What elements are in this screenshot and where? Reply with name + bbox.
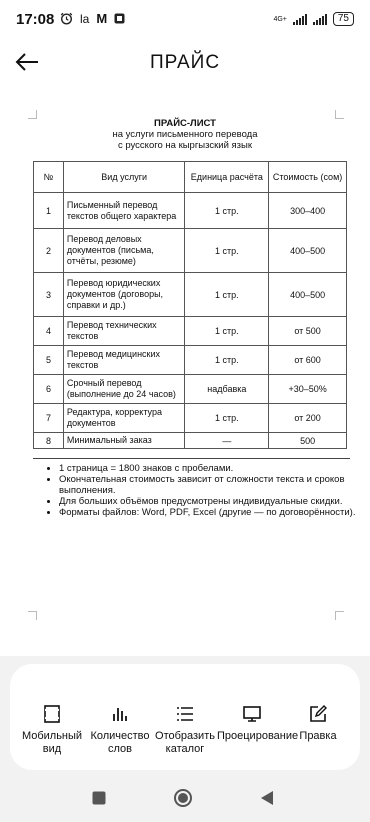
projection-icon <box>243 706 261 722</box>
home-icon[interactable] <box>173 788 193 808</box>
page-corner-mark <box>28 611 37 620</box>
status-left-icons: la M <box>60 11 125 26</box>
word-count-label: Количество слов <box>90 730 150 755</box>
row-num: 1 <box>33 192 64 229</box>
row-cost: от 200 <box>268 403 347 433</box>
document-heading: ПРАЙС-ЛИСТ на услуги письменного перевод… <box>0 118 370 151</box>
row-unit: надбавка <box>184 374 270 404</box>
row-cost: 500 <box>268 432 347 449</box>
row-cost: 400–500 <box>268 272 347 317</box>
row-service: Редактура, корректура документов <box>62 403 186 433</box>
table-row: 4 Перевод технических текстов 1 стр. от … <box>33 316 347 346</box>
page-title: ПРАЙС <box>149 52 221 73</box>
system-nav-bar <box>0 776 370 822</box>
status-right: 4G+ 75 <box>273 12 354 26</box>
word-count-icon <box>113 708 127 721</box>
notification-icon <box>114 13 125 24</box>
row-num: 8 <box>33 432 64 449</box>
row-service: Минимальный заказ <box>62 432 186 449</box>
mobile-view-button[interactable]: Мобильный вид <box>17 704 87 756</box>
row-cost: 400–500 <box>268 228 347 273</box>
row-cost: от 600 <box>268 345 347 375</box>
mobile-view-icon <box>44 705 60 723</box>
row-unit: 1 стр. <box>184 345 270 375</box>
word-count-button[interactable]: Количество слов <box>85 704 155 756</box>
edit-icon <box>310 705 327 722</box>
battery-icon: 75 <box>332 12 354 26</box>
mobile-view-label: Мобильный вид <box>21 730 83 755</box>
row-unit: 1 стр. <box>184 403 270 433</box>
row-num: 6 <box>33 374 64 404</box>
note-item: Окончательная стоимость зависит от сложн… <box>59 474 359 496</box>
document-subtitle-1: на услуги письменного перевода <box>112 129 258 140</box>
signal-icon <box>292 13 307 25</box>
row-unit: — <box>184 432 270 449</box>
document-page[interactable]: ПРАЙС-ЛИСТ на услуги письменного перевод… <box>0 88 370 656</box>
alarm-icon <box>60 12 73 25</box>
table-row: 2 Перевод деловых документов (письма, от… <box>33 228 347 273</box>
row-unit: 1 стр. <box>184 228 270 273</box>
document-title: ПРАЙС-ЛИСТ <box>154 118 216 129</box>
row-service: Перевод медицинских текстов <box>62 345 186 375</box>
gmail-icon: M <box>96 11 108 26</box>
table-row: 5 Перевод медицинских текстов 1 стр. от … <box>33 345 347 375</box>
column-header-num: № <box>33 161 64 193</box>
signal-icon-2 <box>312 13 327 25</box>
note-item: Для больших объёмов предусмотрены индиви… <box>59 496 359 507</box>
row-service: Письменный перевод текстов общего характ… <box>62 192 186 229</box>
row-unit: 1 стр. <box>184 192 270 229</box>
note-item: Форматы файлов: Word, PDF, Excel (другие… <box>59 507 359 518</box>
row-num: 4 <box>33 316 64 346</box>
row-unit: 1 стр. <box>184 272 270 317</box>
row-service: Перевод юридических документов (договоры… <box>62 272 186 317</box>
table-header-row: № Вид услуги Единица расчёта Стоимость (… <box>33 161 347 193</box>
column-header-unit: Единица расчёта <box>184 161 270 193</box>
table-row: 3 Перевод юридических документов (догово… <box>33 272 347 317</box>
show-catalog-label: Отобразить каталог <box>155 730 215 755</box>
catalog-icon <box>177 707 193 721</box>
table-row: 6 Срочный перевод (выполнение до 24 часо… <box>33 374 347 404</box>
recent-apps-icon[interactable] <box>91 790 107 806</box>
back-nav-icon[interactable] <box>259 790 275 806</box>
app-la-icon: la <box>80 11 90 26</box>
note-item: 1 страница = 1800 знаков с пробелами. <box>59 463 359 474</box>
row-service: Перевод технических текстов <box>62 316 186 346</box>
table-row: 7 Редактура, корректура документов 1 стр… <box>33 403 347 433</box>
page-corner-mark <box>335 611 344 620</box>
section-divider <box>33 458 350 459</box>
edit-button[interactable]: Правка <box>283 704 353 743</box>
network-type: 4G+ <box>273 15 287 23</box>
document-subtitle-2: с русского на кыргызский язык <box>117 140 253 151</box>
status-bar: 17:08 la M 4G+ 75 <box>0 0 370 40</box>
row-num: 3 <box>33 272 64 317</box>
app-header: ПРАЙС <box>0 40 370 88</box>
show-catalog-button[interactable]: Отобразить каталог <box>150 704 220 756</box>
row-cost: 300–400 <box>268 192 347 229</box>
table-row: 1 Письменный перевод текстов общего хара… <box>33 192 347 229</box>
table-row: 8 Минимальный заказ — 500 <box>33 432 347 449</box>
row-cost: +30–50% <box>268 374 347 404</box>
price-table: № Вид услуги Единица расчёта Стоимость (… <box>33 161 347 449</box>
row-num: 7 <box>33 403 64 433</box>
projection-button[interactable]: Проецирование <box>217 704 298 743</box>
status-time: 17:08 <box>16 11 55 28</box>
row-num: 2 <box>33 228 64 273</box>
column-header-cost: Стоимость (сом) <box>268 161 347 193</box>
notes-list: 1 страница = 1800 знаков с пробелами. Ок… <box>47 463 359 518</box>
row-cost: от 500 <box>268 316 347 346</box>
bottom-toolbar: Мобильный вид Количество слов Отобразить… <box>10 664 360 770</box>
row-num: 5 <box>33 345 64 375</box>
row-unit: 1 стр. <box>184 316 270 346</box>
column-header-service: Вид услуги <box>62 161 186 193</box>
row-service: Перевод деловых документов (письма, отчё… <box>62 228 186 273</box>
row-service: Срочный перевод (выполнение до 24 часов) <box>62 374 186 404</box>
edit-label: Правка <box>299 730 337 742</box>
